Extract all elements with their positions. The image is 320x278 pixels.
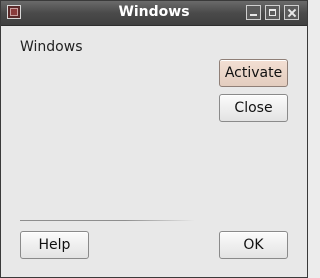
close-icon[interactable] — [284, 5, 299, 20]
windows-label: Windows — [20, 39, 83, 55]
window-title: Windows — [118, 4, 190, 20]
help-button[interactable]: Help — [20, 231, 89, 259]
minimize-icon[interactable] — [246, 5, 261, 20]
activate-button[interactable]: Activate — [219, 59, 288, 87]
dialog-window: Windows Windows Activate Close Help OK — [0, 0, 308, 278]
close-button[interactable]: Close — [219, 94, 288, 122]
separator — [20, 220, 195, 221]
maximize-icon[interactable] — [265, 5, 280, 20]
title-bar[interactable]: Windows — [1, 1, 307, 26]
ok-button[interactable]: OK — [219, 231, 288, 259]
